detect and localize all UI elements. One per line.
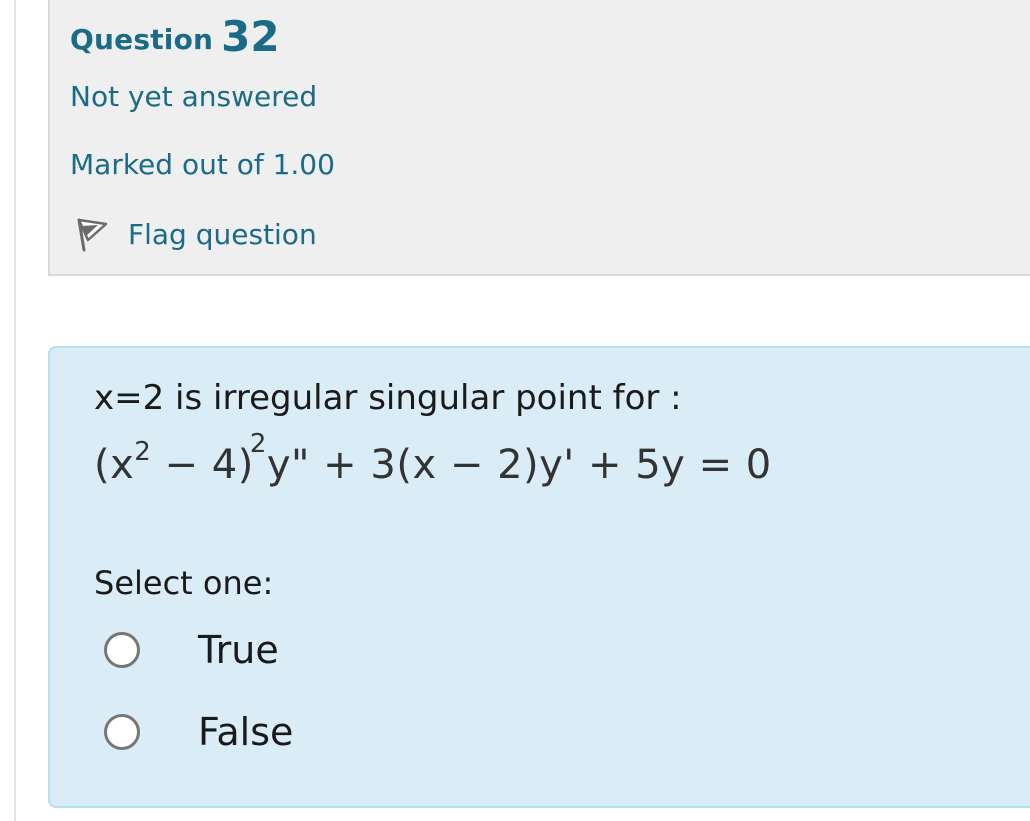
question-content-panel: x=2 is irregular singular point for : (x…: [48, 346, 1030, 808]
flag-icon: [74, 214, 110, 254]
answer-option-false[interactable]: False: [104, 710, 293, 754]
question-heading: Question 32: [70, 10, 280, 61]
equation-part: − 4): [151, 442, 254, 488]
quiz-page: Question 32 Not yet answered Marked out o…: [0, 0, 1030, 821]
answer-option-label: True: [198, 628, 279, 672]
radio-button-false[interactable]: [104, 714, 140, 750]
equation-exponent: 2: [134, 437, 152, 467]
flag-question-label: Flag question: [128, 217, 317, 251]
select-one-prompt: Select one:: [94, 564, 274, 602]
equation-part: (x: [94, 442, 135, 488]
radio-button-true[interactable]: [104, 632, 140, 668]
answer-option-label: False: [198, 710, 294, 754]
equation-exponent: 2: [249, 429, 267, 459]
question-heading-label: Question: [70, 23, 214, 56]
answer-option-true[interactable]: True: [104, 628, 279, 672]
question-info-panel: Question 32 Not yet answered Marked out o…: [48, 0, 1030, 276]
question-number: 32: [221, 12, 280, 61]
question-grade: Marked out of 1.00: [70, 148, 335, 181]
equation-part: y" + 3(x − 2)y' + 5y = 0: [266, 442, 772, 488]
flag-question-button[interactable]: Flag question: [74, 214, 317, 254]
question-text: x=2 is irregular singular point for :: [94, 378, 682, 418]
question-state: Not yet answered: [70, 80, 318, 113]
page-left-border: [14, 0, 16, 821]
question-equation: (x2 − 4)2y" + 3(x − 2)y' + 5y = 0: [94, 429, 772, 488]
